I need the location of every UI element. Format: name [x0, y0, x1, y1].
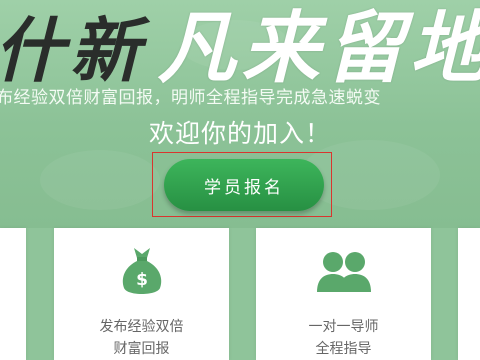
- feature-card-income[interactable]: $ 发布经验双倍 财富回报: [54, 228, 229, 360]
- card-partial-left: [0, 228, 26, 360]
- feature-card-line2: 全程指导: [315, 341, 372, 357]
- card-partial-right: [458, 228, 480, 360]
- feature-card-text: 一对一导师 全程指导: [256, 316, 431, 360]
- feature-card-text: 发布经验双倍 财富回报: [54, 316, 229, 360]
- dollar-symbol: $: [136, 270, 148, 290]
- welcome-text: 欢迎你的加入！: [148, 119, 331, 148]
- calligraphy-dark-text: 什新: [0, 9, 146, 92]
- feature-cards: $ 发布经验双倍 财富回报 一对一导师 全程指导: [0, 228, 480, 360]
- hero-banner: 什新 凡来留地 布经验双倍财富回报，明师全程指导完成急速蜕变 欢迎你的加入！ 学…: [0, 0, 480, 228]
- feature-card-line2: 财富回报: [113, 341, 170, 357]
- calligraphy-heading: 什新 凡来留地: [0, 0, 480, 94]
- feature-card-mentor[interactable]: 一对一导师 全程指导: [256, 228, 431, 360]
- texture-blot: [40, 150, 160, 210]
- calligraphy-light-text: 凡来留地: [157, 3, 480, 94]
- join-button[interactable]: 学员报名: [164, 159, 324, 211]
- feature-card-line1: 发布经验双倍: [99, 319, 184, 335]
- money-bag-icon: $: [54, 242, 229, 300]
- feature-card-line1: 一对一导师: [308, 319, 379, 335]
- users-icon: [256, 242, 431, 300]
- tagline: 布经验双倍财富回报，明师全程指导完成急速蜕变: [0, 88, 381, 108]
